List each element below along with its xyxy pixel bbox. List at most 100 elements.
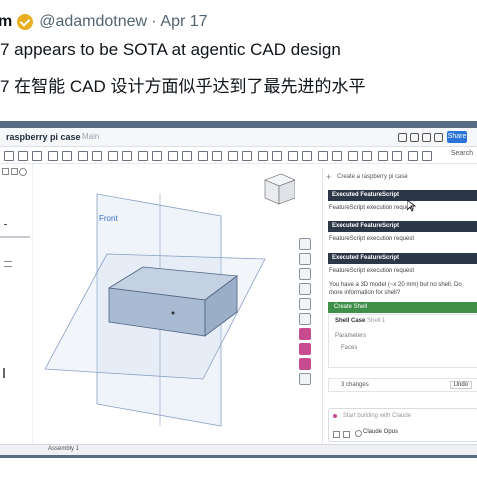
- appearance-icon[interactable]: [362, 151, 372, 161]
- origin-point: [171, 311, 175, 315]
- separator: ·: [151, 13, 157, 30]
- user-icon[interactable]: [410, 133, 419, 142]
- boolean-icon[interactable]: [198, 151, 208, 161]
- settings-icon[interactable]: [422, 133, 431, 142]
- extrude-icon[interactable]: [48, 151, 58, 161]
- display-icon[interactable]: [392, 151, 402, 161]
- filter-icon[interactable]: [408, 151, 418, 161]
- view-icon[interactable]: [378, 151, 388, 161]
- message-detail: FeatureScript execution request: [329, 236, 415, 242]
- tweet-text-line1: 7 appears to be SOTA at agentic CAD desi…: [0, 40, 341, 59]
- transform-icon[interactable]: [228, 151, 238, 161]
- render-icon[interactable]: [302, 151, 312, 161]
- message-detail: FeatureScript execution request: [329, 268, 415, 274]
- 3d-viewport[interactable]: Front: [33, 164, 296, 444]
- model-selector[interactable]: Claude Opus: [363, 429, 398, 435]
- assistant-summary: You have a 3D model (~x 20 mm) but no sh…: [329, 282, 462, 296]
- appearance-tool-icon[interactable]: [299, 238, 311, 250]
- ai-assist-icon[interactable]: [299, 343, 311, 355]
- embedded-screenshot[interactable]: raspberry pi case Main Share Search Fron…: [0, 121, 477, 458]
- mates-tool-icon[interactable]: [299, 268, 311, 280]
- toolbar-search[interactable]: Search: [451, 150, 473, 157]
- panel-divider: [0, 236, 30, 238]
- tweet-header: m @adamdotnew · Apr 17: [0, 10, 208, 34]
- draft-icon[interactable]: [152, 151, 162, 161]
- chat-prompt: Create a raspberry pi case: [337, 174, 408, 180]
- custom-feature-icon[interactable]: [332, 151, 342, 161]
- author-handle[interactable]: @adamdotnew: [39, 13, 147, 31]
- variables-tool-icon[interactable]: [299, 313, 311, 325]
- chat-input-placeholder: Start building with Claude: [343, 413, 412, 419]
- undo-button[interactable]: Undo: [449, 381, 472, 389]
- attach-icon[interactable]: [333, 431, 340, 438]
- settings-tool-icon[interactable]: [299, 373, 311, 385]
- material-icon[interactable]: [348, 151, 358, 161]
- section-icon[interactable]: [288, 151, 298, 161]
- revolve-icon[interactable]: [62, 151, 72, 161]
- document-branch[interactable]: Main: [82, 132, 99, 141]
- filter-list-icon[interactable]: [11, 168, 18, 175]
- document-title[interactable]: raspberry pi case: [6, 132, 81, 142]
- tweet-date[interactable]: Apr 17: [160, 13, 207, 31]
- feature-tree-panel: [0, 164, 33, 444]
- parameters-label: Parameters: [335, 333, 367, 339]
- message-title[interactable]: Executed FeatureScript: [328, 253, 477, 264]
- ai-chat-panel: + Create a raspberry pi case Executed Fe…: [322, 168, 477, 444]
- ai-tool-icon[interactable]: [299, 328, 311, 340]
- parts-tool-icon[interactable]: [299, 253, 311, 265]
- plane-label[interactable]: Front: [99, 214, 118, 223]
- history-icon[interactable]: [19, 168, 27, 176]
- tweet-text-line2: 7 在智能 CAD 设计方面似乎达到了最先进的水平: [0, 77, 366, 96]
- fillet-icon[interactable]: [108, 151, 118, 161]
- message-title[interactable]: Executed FeatureScript: [328, 190, 477, 201]
- mention-icon[interactable]: [343, 431, 350, 438]
- author-name[interactable]: m: [0, 13, 12, 31]
- status-bar: Assembly 1: [0, 444, 477, 455]
- assembly-tab[interactable]: Assembly 1: [48, 446, 79, 452]
- shell-title: Shell Case: [335, 318, 366, 324]
- sketch-icon[interactable]: [32, 151, 42, 161]
- tree-item-marker[interactable]: [4, 224, 7, 225]
- pattern-icon[interactable]: [168, 151, 178, 161]
- help-icon[interactable]: [434, 133, 443, 142]
- ai-spark-icon: [333, 414, 337, 418]
- list-icon[interactable]: [4, 261, 12, 267]
- view-cube: [264, 173, 296, 205]
- model-canvas[interactable]: [33, 164, 296, 444]
- chat-input[interactable]: Start building with Claude Claude Opus: [328, 408, 477, 442]
- create-shell-button[interactable]: Create Shell: [328, 302, 477, 313]
- more-tools-icon[interactable]: [422, 151, 432, 161]
- model-icon: [355, 430, 362, 437]
- measure-icon[interactable]: [272, 151, 282, 161]
- cad-topbar: raspberry pi case Main Share: [0, 128, 477, 147]
- notification-icon[interactable]: [398, 133, 407, 142]
- tree-scroll-marker[interactable]: [3, 368, 5, 378]
- plane-icon[interactable]: [242, 151, 252, 161]
- shell-card: Shell Case Shell 1 Parameters Faces: [328, 314, 477, 368]
- shell-subtitle: Shell 1: [367, 318, 386, 324]
- changes-row: 3 changes Undo: [328, 378, 477, 392]
- redo-icon[interactable]: [18, 151, 28, 161]
- configurations-tool-icon[interactable]: [299, 298, 311, 310]
- undo-icon[interactable]: [4, 151, 14, 161]
- variable-icon[interactable]: [318, 151, 328, 161]
- mirror-icon[interactable]: [182, 151, 192, 161]
- graphics-tool-icon[interactable]: [299, 283, 311, 295]
- feature-toolbar: Search: [0, 147, 477, 164]
- parameter-value: Faces: [341, 345, 358, 351]
- loft-icon[interactable]: [92, 151, 102, 161]
- mouse-cursor-icon: [407, 200, 416, 212]
- message-detail: FeatureScript execution request: [329, 205, 415, 211]
- ai-chat-icon[interactable]: [299, 358, 311, 370]
- sweep-icon[interactable]: [78, 151, 88, 161]
- changes-label[interactable]: 3 changes: [341, 382, 369, 388]
- message-title[interactable]: Executed FeatureScript: [328, 221, 477, 232]
- new-chat-icon[interactable]: +: [326, 172, 331, 182]
- shell-icon[interactable]: [138, 151, 148, 161]
- split-icon[interactable]: [212, 151, 222, 161]
- mate-icon[interactable]: [258, 151, 268, 161]
- verified-badge-icon: [17, 14, 34, 30]
- collapse-icon[interactable]: [2, 168, 9, 175]
- share-button[interactable]: Share: [447, 131, 467, 143]
- chamfer-icon[interactable]: [122, 151, 132, 161]
